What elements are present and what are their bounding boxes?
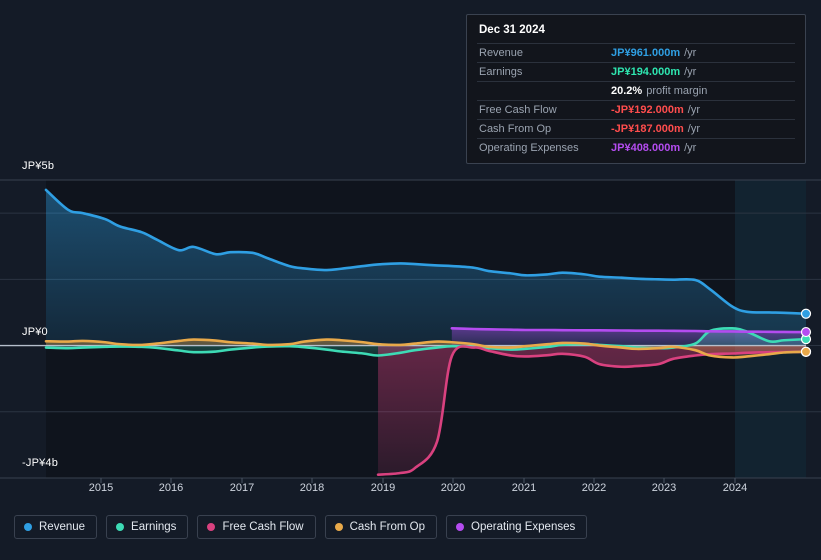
data-tooltip: Dec 31 2024 Revenue JP¥961.000m/yr Earning… [466,14,806,164]
tooltip-row: Cash From Op -JP¥187.000m/yr [477,119,795,138]
x-axis-tick-2020: 2020 [440,482,466,494]
x-axis-tick-2015: 2015 [88,482,114,494]
tooltip-row: 20.2% profit margin [477,81,795,100]
tooltip-row-unit: profit margin [646,85,708,97]
x-axis-tick-2018: 2018 [299,482,325,494]
tooltip-row-label: Cash From Op [479,123,552,135]
tooltip-row: Revenue JP¥961.000m/yr [477,43,795,62]
tooltip-row-value-wrap: 20.2% profit margin [611,85,707,97]
y-axis-label-bottom: -JP¥4b [22,457,59,469]
endpoint-marker-cash-from-op [800,346,812,357]
tooltip-row-value-wrap: JP¥961.000m/yr [611,47,696,59]
legend-item-label: Operating Expenses [471,521,576,533]
legend-color-dot-icon [334,523,343,531]
tooltip-row-value-wrap: JP¥194.000m/yr [611,66,696,78]
x-axis-tick-2016: 2016 [158,482,184,494]
tooltip-row-unit: /yr [684,47,697,59]
tooltip-row-label: Free Cash Flow [479,104,557,116]
legend-item-revenue[interactable]: Revenue [14,515,98,539]
tooltip-row-value: JP¥961.000m [611,47,681,59]
tooltip-row-value-wrap: -JP¥187.000m/yr [611,123,700,135]
x-axis-tick-2024: 2024 [722,482,748,494]
tooltip-rows: Revenue JP¥961.000m/yr Earnings JP¥194.000m… [477,43,795,157]
tooltip-row-value: JP¥408.000m [611,142,681,154]
y-axis-label-zero: JP¥0 [22,326,48,338]
x-axis-tick-2022: 2022 [581,482,607,494]
tooltip-row-value-wrap: JP¥408.000m/yr [611,142,696,154]
legend-item-cash-from-op[interactable]: Cash From Op [324,515,438,539]
endpoint-marker-revenue [800,308,812,319]
tooltip-row-unit: /yr [687,104,701,116]
tooltip-row-value: -JP¥192.000m [611,104,684,116]
x-axis-tick-2017: 2017 [229,482,255,494]
legend-item-free-cash-flow[interactable]: Free Cash Flow [197,515,316,539]
tooltip-row-label: Revenue [479,47,524,59]
tooltip-row: Free Cash Flow -JP¥192.000m/yr [477,100,795,119]
legend-item-label: Earnings [131,521,177,533]
tooltip-row: Operating Expenses JP¥408.000m/yr [477,138,795,157]
tooltip-row-value: 20.2% [611,85,643,97]
tooltip-row-value: -JP¥187.000m [611,123,684,135]
x-axis-labels: 2015 2016 2017 2018 2019 2020 2021 2022 2023 2024 [0,482,821,502]
legend-item-label: Revenue [39,521,86,533]
legend-color-dot-icon [456,523,465,531]
legend-item-operating-expenses[interactable]: Operating Expenses [446,515,588,539]
legend-item-label: Cash From Op [349,521,426,533]
tooltip-row-unit: /yr [687,123,701,135]
endpoint-marker-operating-expenses [800,326,812,338]
financial-chart-page: JP¥5b JP¥0 -JP¥4b 2015 2016 2017 2018 2019 20… [0,0,821,560]
legend-item-earnings[interactable]: Earnings [106,515,189,539]
legend-color-dot-icon [24,523,32,531]
tooltip-date: Dec 31 2024 [479,24,545,36]
x-axis-tick-2023: 2023 [651,482,677,494]
y-axis-label-top: JP¥5b [22,160,55,172]
chart-legend: Revenue Earnings Free Cash Flow Cash From O… [14,515,588,539]
legend-item-label: Free Cash Flow [222,521,304,533]
x-axis-tick-2019: 2019 [370,482,396,494]
x-axis-tick-2021: 2021 [511,482,537,494]
tooltip-row-label: Earnings [479,66,523,78]
legend-color-dot-icon [207,523,216,531]
tooltip-row: Earnings JP¥194.000m/yr [477,62,795,81]
tooltip-row-value-wrap: -JP¥192.000m/yr [611,104,700,116]
legend-color-dot-icon [116,523,125,531]
tooltip-row-unit: /yr [684,66,697,78]
tooltip-row-unit: /yr [684,142,697,154]
tooltip-row-label: Operating Expenses [479,142,579,154]
tooltip-row-value: JP¥194.000m [611,66,681,78]
